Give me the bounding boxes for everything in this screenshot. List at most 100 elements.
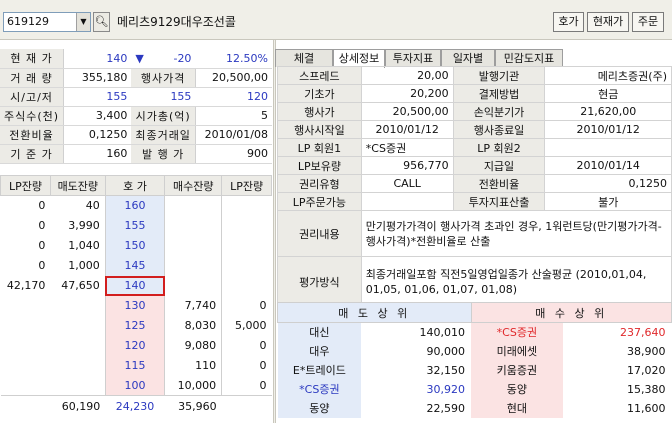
detail-row: 권리내용 만기평가가격이 행사가격 초과인 경우, 1워런트당(만기평가가격-행… xyxy=(277,210,672,257)
ask-qty: 47,650 xyxy=(61,279,100,292)
total-diff: 24,230 xyxy=(105,395,165,418)
broker-row: 대우 90,000 미래에셋 38,900 xyxy=(277,341,672,361)
seller-name: 동양 xyxy=(277,398,362,418)
conv-detail: 0,1250 xyxy=(544,174,672,193)
tab-indicators[interactable]: 투자지표 xyxy=(385,49,441,67)
current-price-button[interactable]: 현재가 xyxy=(587,12,629,32)
top-sellers-header: 매 도 상 위 xyxy=(277,302,472,323)
toolbar: 619129 ▼ 🔍︎ 메리츠9129대우조선콜 호가 현재가 주문 xyxy=(0,0,672,40)
lp-order xyxy=(360,192,454,211)
spread: 20,00 xyxy=(360,66,454,85)
ask-price[interactable]: 150 xyxy=(104,235,166,256)
bid-lp: 0 xyxy=(221,355,272,376)
detail-row: 평가방식 최종거래일포함 직전5일영업일종가 산술평균 (2010,01,04,… xyxy=(277,256,672,307)
bid-price[interactable]: 100 xyxy=(104,375,166,396)
exercise-start-label: 행사시작일 xyxy=(277,120,362,139)
ask-lp: 0 xyxy=(38,239,46,252)
change-value: -20 xyxy=(173,51,192,65)
strike-detail-label: 행사가 xyxy=(277,102,362,121)
down-arrow-icon: ▼ xyxy=(135,51,144,65)
rights-type-label: 권리유형 xyxy=(277,174,362,193)
issue-price: 900 xyxy=(195,144,272,164)
issuer-label: 발행기관 xyxy=(452,66,546,85)
total-row: 60,190 24,230 35,960 xyxy=(0,395,272,418)
detail-row: LP주문가능 투자지표산출 불가 xyxy=(277,192,672,211)
seller-name: *CS증권 xyxy=(277,379,362,399)
buyer-name: 동양 xyxy=(471,379,563,399)
payment-date: 2010/01/14 xyxy=(544,156,672,175)
seller-volume: 140,010 xyxy=(419,325,466,339)
header-bid-qty: 매수잔량 xyxy=(164,175,223,196)
bid-price[interactable]: 120 xyxy=(104,335,166,356)
ask-row: 0 1,040 150 xyxy=(1,235,272,256)
low-price: 120 xyxy=(195,87,272,107)
shares-label: 주식수(천) xyxy=(0,106,65,126)
volume-label: 거 래 량 xyxy=(0,68,65,88)
detail-row: 스프레드 20,00 발행기관 메리츠증권(주) xyxy=(277,66,672,85)
ask-qty: 3,990 xyxy=(68,219,100,232)
quote-button[interactable]: 호가 xyxy=(553,12,584,32)
breakeven: 21,620,00 xyxy=(544,102,672,121)
ask-price[interactable]: 155 xyxy=(104,215,166,236)
pane-divider[interactable] xyxy=(273,40,276,423)
strike-label: 행사가격 xyxy=(131,68,196,88)
buyer-name: 미래에셋 xyxy=(471,341,563,361)
seller-volume: 22,590 xyxy=(426,401,466,415)
header-bid-lp: LP잔량 xyxy=(221,175,272,196)
buyer-name: 현대 xyxy=(471,398,563,418)
price-info-table: 현 재 가 140 ▼ -20 12.50% 거 래 량 355,180 행사가격… xyxy=(0,49,272,164)
payment-date-label: 지급일 xyxy=(452,156,546,175)
ask-lp: 42,170 xyxy=(6,279,46,292)
ask-lp: 0 xyxy=(38,219,46,232)
mcap-label: 시가총(억) xyxy=(131,106,196,126)
conversion-label: 전환비율 xyxy=(0,125,65,145)
settlement: 현금 xyxy=(544,84,672,103)
base-price: 160 xyxy=(63,144,132,164)
buyer-name: 키움증권 xyxy=(471,360,563,380)
ask-qty: 40 xyxy=(85,199,100,213)
change: ▼ -20 xyxy=(131,49,196,69)
lp-holdings-label: LP보유량 xyxy=(277,156,362,175)
top-buyers-header: 매 수 상 위 xyxy=(470,302,672,323)
issuer: 메리츠증권(주) xyxy=(544,66,672,85)
order-book: LP잔량 매도잔량 호 가 매수잔량 LP잔량 0 40 160 0 3,990… xyxy=(0,175,272,418)
order-button[interactable]: 주문 xyxy=(632,12,664,32)
underlying: 20,200 xyxy=(360,84,454,103)
bid-price[interactable]: 130 xyxy=(104,295,166,316)
buyer-volume: 38,900 xyxy=(627,344,666,358)
tab-daily[interactable]: 일자별 xyxy=(441,49,495,67)
total-bid: 35,960 xyxy=(164,395,222,418)
base-price-label: 기 준 가 xyxy=(0,144,65,164)
bid-row: 120 9,080 0 xyxy=(1,335,272,356)
bid-qty: 110 xyxy=(195,359,217,372)
bid-lp: 0 xyxy=(221,375,272,396)
open-price: 155 xyxy=(63,87,132,107)
broker-row: 대신 140,010 *CS증권 237,640 xyxy=(277,322,672,342)
detail-row: 권리유형 CALL 전환비율 0,1250 xyxy=(277,174,672,193)
ask-row: 42,170 47,650 140 xyxy=(1,275,272,296)
current-price-label: 현 재 가 xyxy=(0,49,65,69)
tab-sensitivity[interactable]: 민감도지표 xyxy=(495,49,563,67)
search-icon[interactable]: 🔍︎ xyxy=(93,12,110,32)
conversion: 0,1250 xyxy=(63,125,132,145)
bid-price[interactable]: 125 xyxy=(104,315,166,336)
ask-price[interactable]: 160 xyxy=(104,195,166,216)
eval-method-label: 평가방식 xyxy=(277,256,362,307)
bid-price[interactable]: 115 xyxy=(104,355,166,376)
detail-row: LP 회원1 *CS증권 LP 회원2 xyxy=(277,138,672,157)
ask-row: 0 1,000 145 xyxy=(1,255,272,276)
seller-name: 대신 xyxy=(277,322,362,342)
bid-qty: 10,000 xyxy=(177,378,217,392)
shares: 3,400 xyxy=(63,106,132,126)
current-price-cell[interactable]: 140 xyxy=(104,275,166,296)
indicator-calc-label: 투자지표산출 xyxy=(452,192,546,211)
high-price: 155 xyxy=(131,87,196,107)
broker-row: E*트레이드 32,150 키움증권 17,020 xyxy=(277,360,672,380)
bid-lp: 5,000 xyxy=(221,315,272,336)
ohl-label: 시/고/저 xyxy=(0,87,65,107)
ask-price[interactable]: 145 xyxy=(104,255,166,276)
ask-qty: 1,000 xyxy=(68,259,100,272)
tab-trades[interactable]: 체결 xyxy=(275,49,333,67)
chevron-down-icon[interactable]: ▼ xyxy=(76,13,90,31)
exercise-end: 2010/01/12 xyxy=(544,120,672,139)
